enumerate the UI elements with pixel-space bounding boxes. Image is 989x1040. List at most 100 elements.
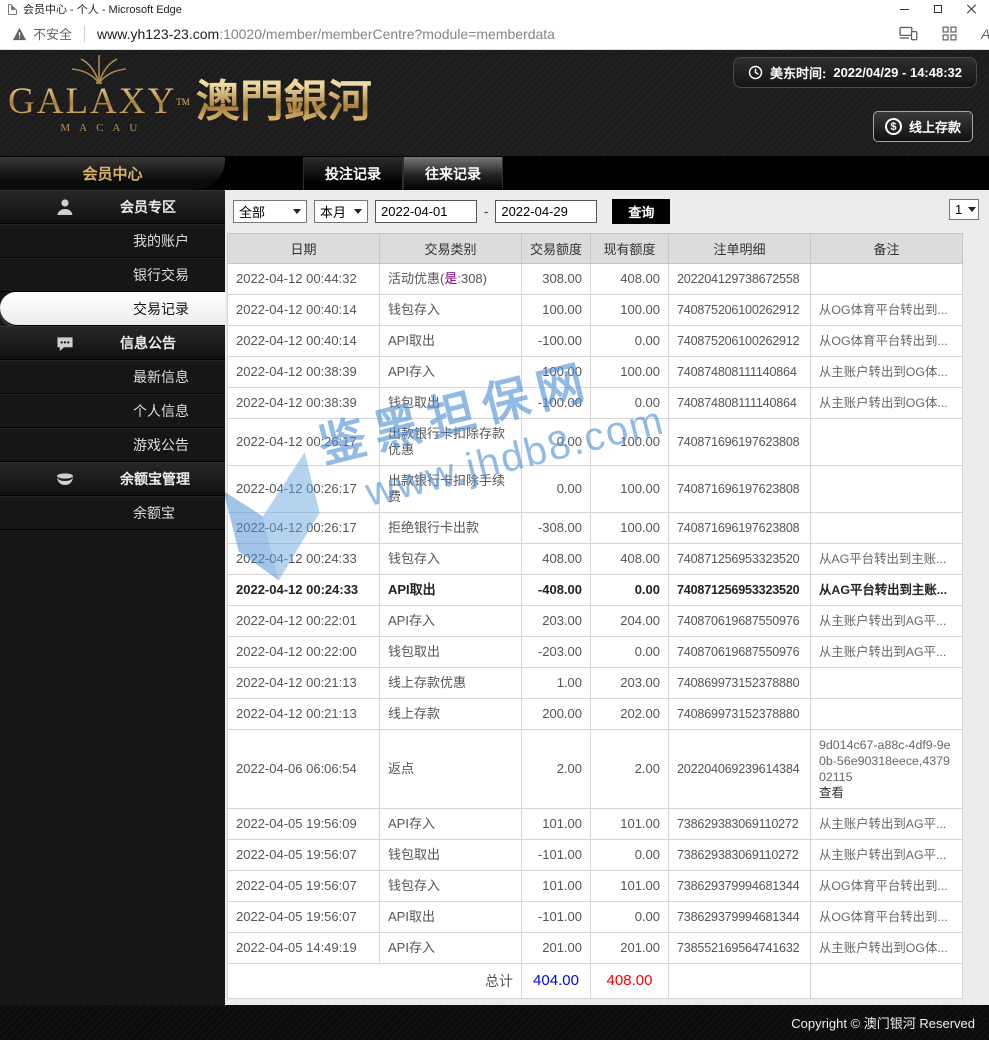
security-label[interactable]: 不安全 bbox=[33, 24, 72, 43]
cell-amount: 1.00 bbox=[521, 667, 591, 699]
cell-amount: -308.00 bbox=[521, 512, 591, 544]
chevron-down-icon bbox=[354, 208, 362, 218]
logo-latin-block: GALAXYTM MACAU bbox=[8, 52, 190, 134]
date-from-input[interactable] bbox=[375, 199, 477, 223]
cell-amount: -100.00 bbox=[521, 387, 591, 419]
apps-grid-icon[interactable] bbox=[942, 26, 957, 41]
cell-order-detail: 740875206100262912 bbox=[668, 325, 811, 357]
date-to-input[interactable] bbox=[495, 199, 598, 223]
cell-type: API取出 bbox=[379, 901, 522, 933]
cell-remark: 从主账户转出到AG平... bbox=[810, 636, 963, 668]
not-secure-warning-icon[interactable] bbox=[12, 27, 27, 41]
cell-date: 2022-04-06 06:06:54 bbox=[227, 729, 380, 809]
trademark-symbol: TM bbox=[176, 97, 190, 107]
browser-profile-icon[interactable]: A bbox=[981, 26, 989, 42]
cell-remark bbox=[810, 465, 963, 513]
cell-order-detail: 740871696197623808 bbox=[668, 465, 811, 513]
sidebar-item[interactable]: 个人信息 bbox=[0, 394, 225, 428]
sidebar-item[interactable]: 最新信息 bbox=[0, 360, 225, 394]
page-value: 1 bbox=[955, 202, 963, 217]
cell-date: 2022-04-12 00:22:00 bbox=[227, 636, 380, 668]
cell-amount: 408.00 bbox=[521, 543, 591, 575]
page-select[interactable]: 1 bbox=[949, 199, 979, 220]
main-tab[interactable]: 投注记录 bbox=[303, 157, 403, 190]
table-column-header: 注单明细 bbox=[668, 233, 811, 264]
table-total-row: 总计 404.00 408.00 bbox=[227, 963, 963, 999]
table-row: 2022-04-12 00:38:39 API存入 100.00 100.00 7408… bbox=[227, 356, 963, 388]
sidebar-item[interactable]: 余额宝 bbox=[0, 496, 225, 530]
cell-type: 钱包取出 bbox=[379, 636, 522, 668]
record-tabs: 投注记录 往来记录 bbox=[303, 157, 503, 190]
cell-type: 钱包存入 bbox=[379, 543, 522, 575]
sidebar-item[interactable]: 游戏公告 bbox=[0, 428, 225, 462]
query-button[interactable]: 查询 bbox=[612, 198, 671, 224]
content-area: 全部 本月 - 查询 1 日期交易类别交易额度现有额度注单明细备注 2022-0… bbox=[225, 190, 989, 1005]
table-row: 2022-04-12 00:21:13 线上存款优惠 1.00 203.00 74086… bbox=[227, 667, 963, 699]
cell-order-detail: 740870619687550976 bbox=[668, 605, 811, 637]
type-detail-link[interactable]: 是 bbox=[444, 271, 457, 286]
cell-date: 2022-04-12 00:26:17 bbox=[227, 465, 380, 513]
minimize-button[interactable] bbox=[887, 0, 921, 18]
sidebar-section-header[interactable]: 信息公告 bbox=[0, 326, 225, 360]
cell-balance: 101.00 bbox=[590, 808, 669, 840]
cell-amount: 101.00 bbox=[521, 808, 591, 840]
cell-balance: 0.00 bbox=[590, 636, 669, 668]
cell-date: 2022-04-12 00:44:32 bbox=[227, 263, 380, 295]
cell-remark: 从OG体育平台转出到... bbox=[810, 901, 963, 933]
cell-remark: 从主账户转出到OG体... bbox=[810, 387, 963, 419]
transaction-type-value: 全部 bbox=[239, 204, 266, 220]
maximize-button[interactable] bbox=[921, 0, 955, 18]
cell-balance: 100.00 bbox=[590, 465, 669, 513]
transaction-type-select[interactable]: 全部 bbox=[233, 199, 307, 223]
cell-type: 钱包取出 bbox=[379, 387, 522, 419]
galaxy-crest-icon bbox=[71, 55, 126, 84]
cell-amount: 0.00 bbox=[521, 418, 591, 466]
cell-date: 2022-04-05 19:56:07 bbox=[227, 870, 380, 902]
close-button[interactable] bbox=[955, 0, 989, 18]
cell-order-detail: 738629379994681344 bbox=[668, 870, 811, 902]
table-row: 2022-04-12 00:24:33 API取出 -408.00 0.00 74087… bbox=[227, 574, 963, 606]
cell-amount: -101.00 bbox=[521, 901, 591, 933]
cell-date: 2022-04-12 00:22:01 bbox=[227, 605, 380, 637]
sidebar-item[interactable]: 银行交易 bbox=[0, 258, 225, 292]
remark-view-link[interactable]: 查看 bbox=[819, 785, 954, 801]
sidebar-section-label: 余额宝管理 bbox=[120, 471, 190, 487]
cell-amount: 203.00 bbox=[521, 605, 591, 637]
address-divider bbox=[84, 25, 86, 42]
send-to-devices-icon[interactable] bbox=[899, 26, 918, 41]
table-row: 2022-04-05 14:49:19 API存入 201.00 201.00 7385… bbox=[227, 932, 963, 964]
url-field[interactable]: www.yh123-23.com:10020/member/memberCent… bbox=[97, 26, 555, 42]
table-row: 2022-04-12 00:26:17 出款银行卡扣除手续费 0.00 100.00 7… bbox=[227, 465, 963, 513]
cell-order-detail: 740874808111140864 bbox=[668, 356, 811, 388]
cell-amount: -100.00 bbox=[521, 325, 591, 357]
online-deposit-button[interactable]: $ 线上存款 bbox=[872, 111, 973, 142]
sidebar-section-label: 会员专区 bbox=[120, 199, 176, 215]
cell-date: 2022-04-12 00:26:17 bbox=[227, 512, 380, 544]
cell-amount: 200.00 bbox=[521, 698, 591, 730]
chat-icon bbox=[55, 335, 77, 352]
cell-type: API存入 bbox=[379, 932, 522, 964]
sidebar-item[interactable]: 我的账户 bbox=[0, 224, 225, 258]
cell-date: 2022-04-12 00:40:14 bbox=[227, 325, 380, 357]
total-empty-remark bbox=[810, 963, 963, 999]
member-center-title: 会员中心 bbox=[0, 157, 225, 190]
cell-date: 2022-04-12 00:40:14 bbox=[227, 294, 380, 326]
cell-balance: 0.00 bbox=[590, 325, 669, 357]
cell-order-detail: 738629383069110272 bbox=[668, 808, 811, 840]
sidebar-section-header[interactable]: 会员专区 bbox=[0, 190, 225, 224]
cell-date: 2022-04-12 00:38:39 bbox=[227, 356, 380, 388]
cell-order-detail: 738629383069110272 bbox=[668, 839, 811, 871]
total-amount: 404.00 bbox=[521, 963, 591, 999]
cell-remark bbox=[810, 667, 963, 699]
cell-balance: 0.00 bbox=[590, 839, 669, 871]
cell-type: 出款银行卡扣除存款优惠 bbox=[379, 418, 522, 466]
cell-balance: 0.00 bbox=[590, 387, 669, 419]
cell-type: 钱包取出 bbox=[379, 839, 522, 871]
sidebar-item[interactable]: 交易记录 bbox=[0, 292, 225, 326]
minimize-icon bbox=[899, 8, 909, 10]
cell-amount: -101.00 bbox=[521, 839, 591, 871]
cell-amount: 100.00 bbox=[521, 356, 591, 388]
sidebar-section-header[interactable]: 余额宝管理 bbox=[0, 462, 225, 496]
main-tab[interactable]: 往来记录 bbox=[403, 157, 503, 190]
period-select[interactable]: 本月 bbox=[314, 199, 368, 223]
